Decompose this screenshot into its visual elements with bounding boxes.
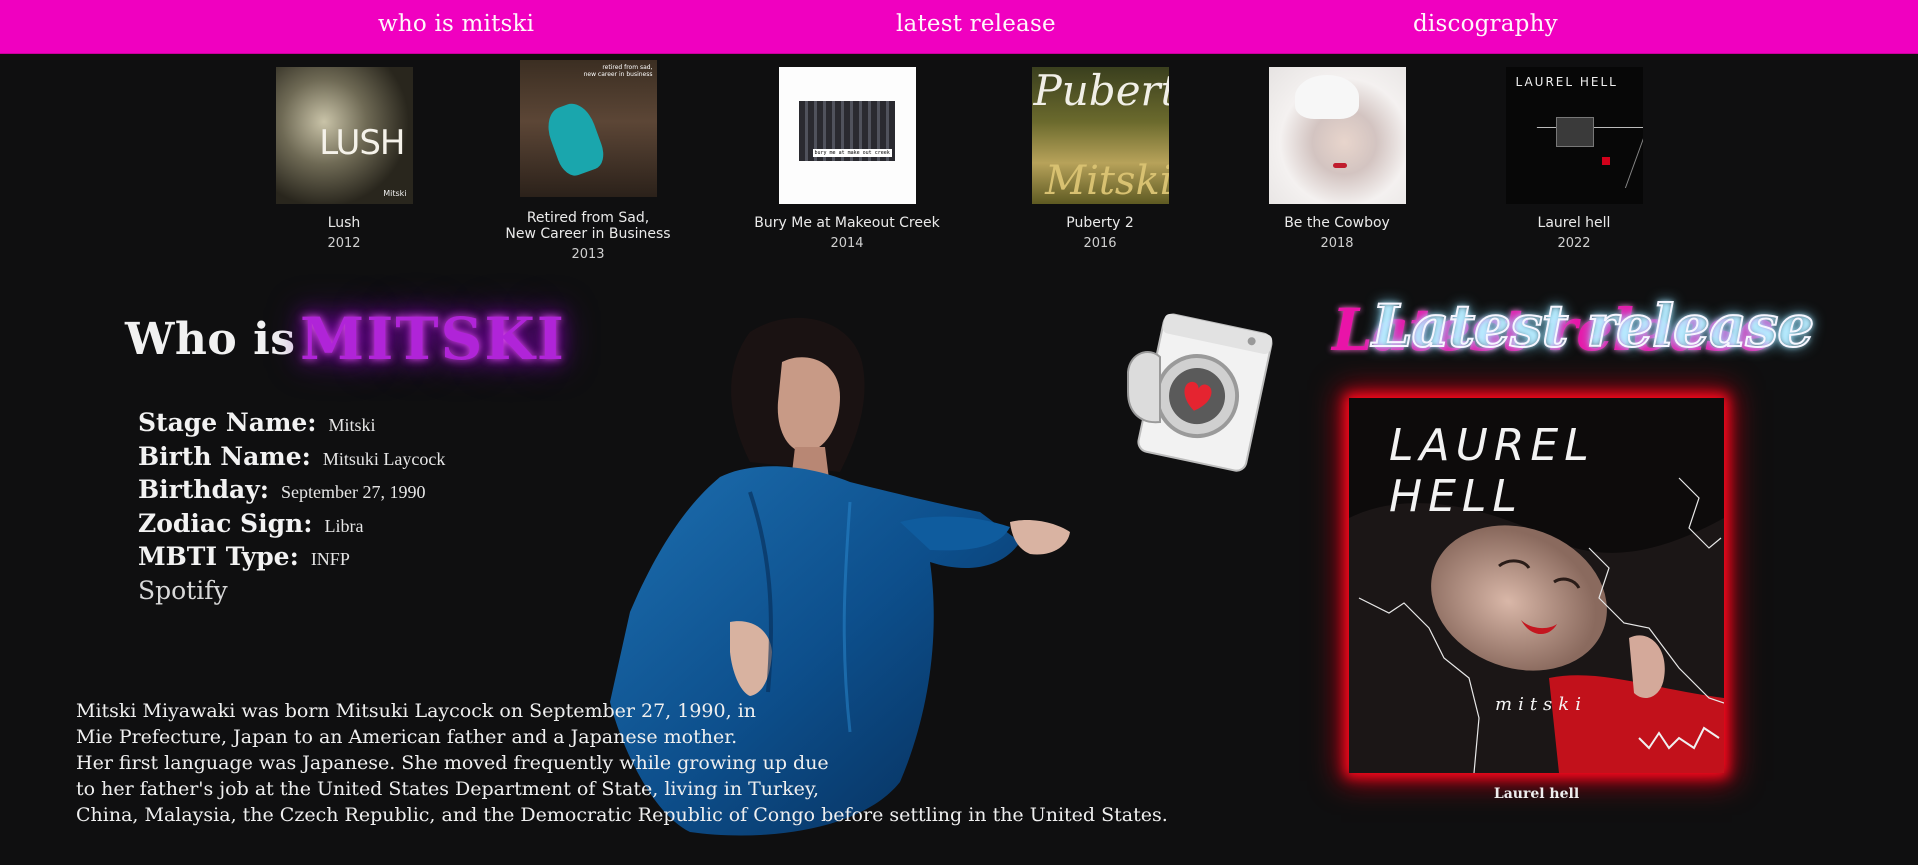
cover-artist-text: Mitski <box>1045 158 1169 204</box>
album-card-retired-from-sad[interactable]: retired from sad, new career in business… <box>478 60 698 262</box>
album-card-lush[interactable]: LUSH Mitski Lush 2012 <box>234 67 454 251</box>
album-title: Laurel hell <box>1537 215 1611 231</box>
fact-label: MBTI Type: <box>138 542 299 571</box>
cover-title-text: retired from sad, new career in business <box>583 64 653 78</box>
album-title: Retired from Sad, New Career in Business <box>505 210 671 242</box>
album-year: 2013 <box>571 247 605 262</box>
fact-value: Libra <box>324 515 364 536</box>
fact-birthday: Birthday: September 27, 1990 <box>138 475 445 509</box>
fact-label: Birthday: <box>138 475 269 504</box>
latest-release-heading-overlay: Latest release <box>1371 291 1815 361</box>
album-year: 2014 <box>830 236 864 251</box>
fact-label: Birth Name: <box>138 441 311 471</box>
cover-red-square <box>1601 157 1610 165</box>
bio-line: Her first language was Japanese. She mov… <box>76 752 829 774</box>
bio-line: China, Malaysia, the Czech Republic, and… <box>76 804 1168 826</box>
nav-link-who-is-mitski[interactable]: who is mitski <box>378 11 534 37</box>
latest-cover-artist: mitski <box>1495 694 1587 715</box>
album-card-be-the-cowboy[interactable]: Be the Cowboy 2018 <box>1227 67 1447 251</box>
cover-photo <box>1555 117 1594 147</box>
cover-figure <box>540 98 609 180</box>
facts-list: Stage Name: Mitski Birth Name: Mitsuki Lay… <box>138 408 445 576</box>
album-card-bury-me-at-makeout-creek[interactable]: bury me at make out creek Bury Me at Mak… <box>737 67 957 251</box>
bio-line: Mie Prefecture, Japan to an American fat… <box>76 726 738 748</box>
mitski-bio: Mitski Miyawaki was born Mitsuki Laycock… <box>76 698 1168 828</box>
album-cover-retired-from-sad[interactable]: retired from sad, new career in business <box>519 60 657 197</box>
fact-label: Zodiac Sign: <box>138 508 313 538</box>
mitski-neon-title: MITSKI <box>300 305 566 373</box>
fact-zodiac-sign: Zodiac Sign: Libra <box>138 509 445 543</box>
fact-birth-name: Birth Name: Mitsuki Laycock <box>138 442 445 476</box>
latest-release-cover[interactable]: LAUREL HELL mitski <box>1349 398 1724 773</box>
nav-link-latest-release[interactable]: latest release <box>896 11 1056 37</box>
album-cover-puberty-2[interactable]: Puberty Mitski <box>1031 67 1169 204</box>
album-year: 2022 <box>1557 236 1591 251</box>
fact-value: Mitsuki Laycock <box>322 448 446 469</box>
cover-title-text: Puberty <box>1033 67 1169 115</box>
top-nav: who is mitski latest release discography <box>0 0 1918 54</box>
fact-stage-name: Stage Name: Mitski <box>138 408 445 442</box>
album-year: 2018 <box>1320 236 1354 251</box>
spotify-link[interactable]: Spotify <box>138 576 228 605</box>
bio-line: Mitski Miyawaki was born Mitsuki Laycock… <box>76 700 757 722</box>
cover-artist-text: Mitski <box>383 189 407 198</box>
cover-hat-shape <box>1294 75 1359 119</box>
fact-value: Mitski <box>328 415 376 435</box>
fact-value: INFP <box>310 549 350 569</box>
cover-title-text: LAUREL HELL <box>1515 75 1618 89</box>
cover-title-text: LUSH <box>319 123 405 163</box>
fact-mbti-type: MBTI Type: INFP <box>138 542 445 576</box>
who-is-heading: Who is <box>125 314 296 365</box>
album-cover-be-the-cowboy[interactable] <box>1268 67 1406 204</box>
washing-machine-heart-icon <box>1127 313 1273 472</box>
album-year: 2012 <box>327 236 361 251</box>
fact-label: Stage Name: <box>138 408 317 437</box>
album-cover-laurel-hell[interactable]: LAUREL HELL <box>1505 67 1643 204</box>
nav-link-discography[interactable]: discography <box>1413 11 1558 37</box>
fact-value: September 27, 1990 <box>280 482 426 502</box>
cover-lips-shape <box>1332 163 1347 168</box>
album-title: Lush <box>327 215 361 231</box>
latest-release-caption: Laurel hell <box>1493 786 1580 802</box>
cover-title-text: bury me at make out creek <box>812 149 892 157</box>
album-card-puberty-2[interactable]: Puberty Mitski Puberty 2 2016 <box>990 67 1210 251</box>
album-cover-lush[interactable]: LUSH Mitski <box>275 67 413 204</box>
latest-release-heading: Latest release Latest release <box>1332 291 1815 364</box>
bio-line: to her father's job at the United States… <box>76 778 820 800</box>
album-title: Puberty 2 <box>1066 215 1134 231</box>
album-cover-bury-me[interactable]: bury me at make out creek <box>778 67 916 204</box>
album-title: Bury Me at Makeout Creek <box>754 215 940 231</box>
latest-cover-title: LAUREL HELL <box>1389 420 1595 522</box>
album-title: Be the Cowboy <box>1284 215 1390 231</box>
album-year: 2016 <box>1083 236 1117 251</box>
album-card-laurel-hell[interactable]: LAUREL HELL Laurel hell 2022 <box>1464 67 1684 251</box>
